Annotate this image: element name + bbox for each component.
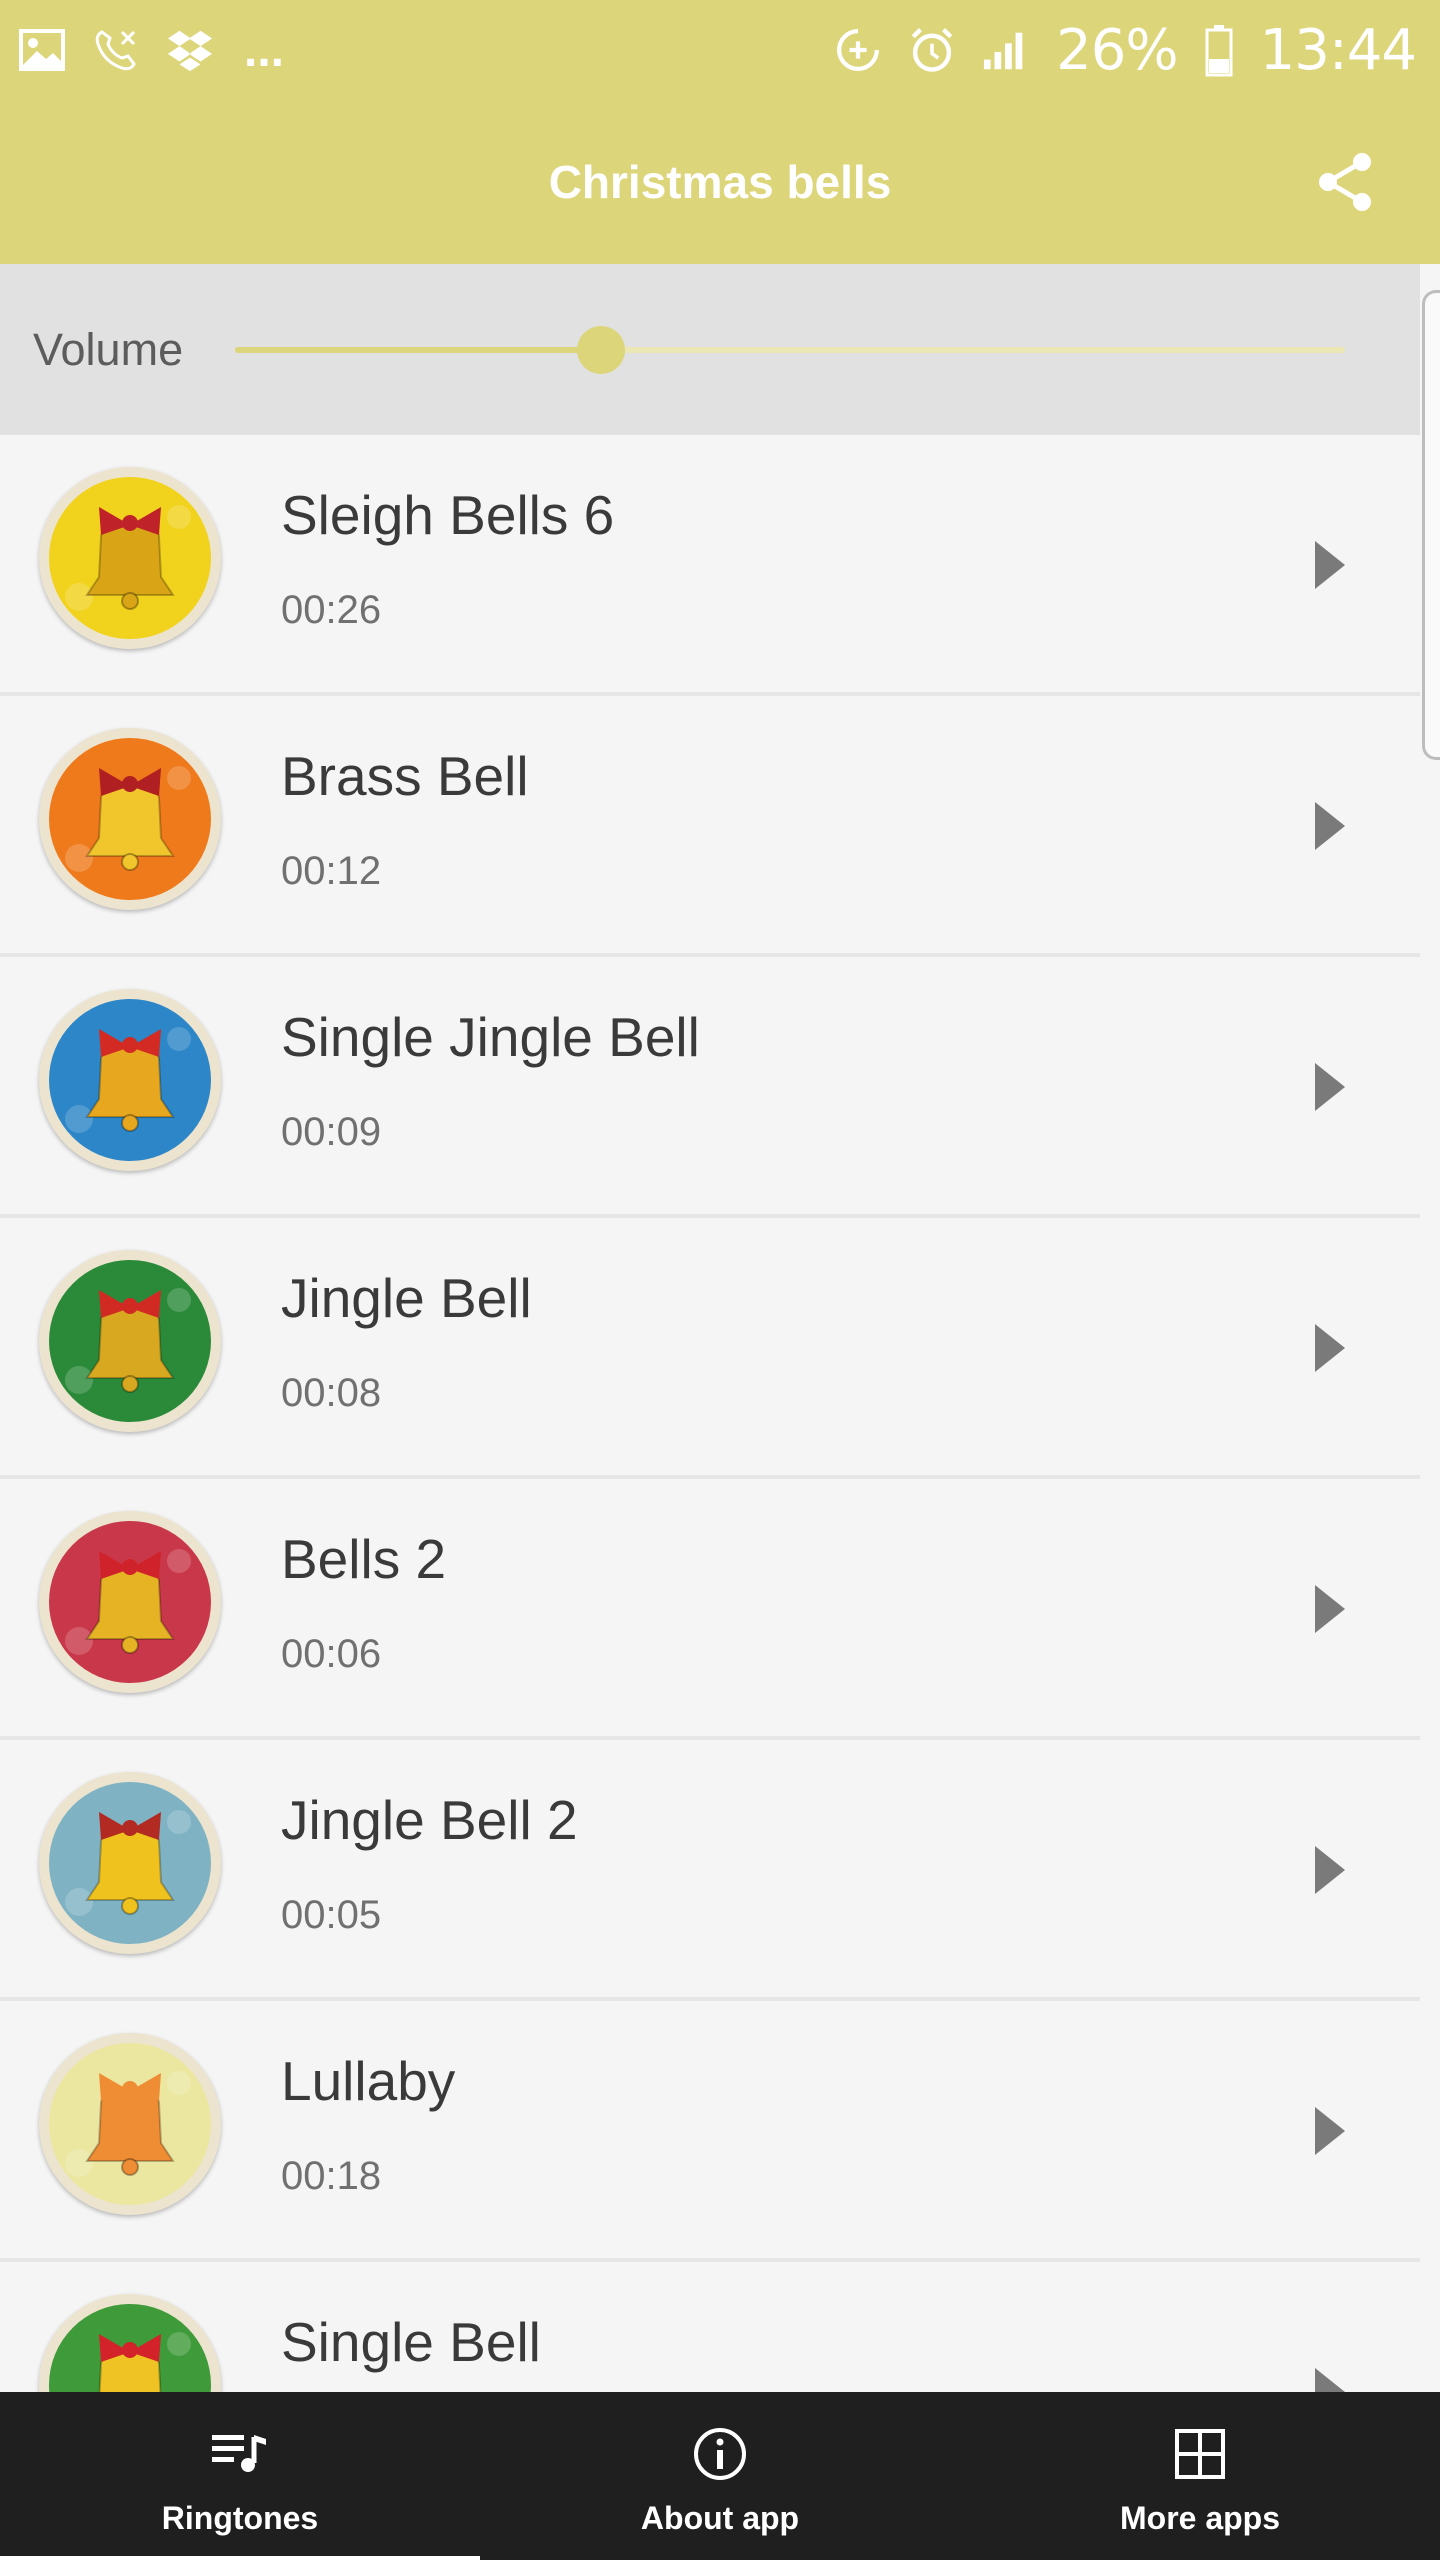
ringtone-row[interactable]: Jingle Bell 00:08: [0, 1218, 1420, 1479]
bell-artwork: [39, 2294, 221, 2392]
ringtone-duration: 00:09: [281, 1110, 382, 1154]
bell-icon: [49, 2304, 211, 2392]
volume-label: Volume: [33, 323, 184, 375]
play-icon: [1315, 2107, 1345, 2155]
volume-slider-fill: [235, 347, 602, 353]
battery-icon: [1204, 25, 1234, 77]
app-bar: Christmas bells: [0, 100, 1440, 264]
play-icon: [1315, 1585, 1345, 1633]
play-button[interactable]: [1308, 794, 1352, 858]
ringtone-duration: 00:05: [281, 1893, 382, 1937]
play-button[interactable]: [1308, 2099, 1352, 2163]
grid-icon: [1170, 2424, 1230, 2484]
share-icon[interactable]: [1314, 150, 1378, 214]
bell-artwork: [39, 1511, 221, 1693]
play-icon: [1315, 2368, 1345, 2392]
nav-label: More apps: [1119, 2500, 1281, 2536]
bell-icon: [49, 2043, 211, 2205]
ringtone-title: Single Bell: [281, 2311, 541, 2373]
more-notifications: ...: [244, 23, 285, 77]
ringtone-title: Jingle Bell: [281, 1267, 532, 1329]
bell-icon: [49, 999, 211, 1161]
image-icon: [18, 26, 66, 74]
bell-icon: [49, 738, 211, 900]
ringtone-duration: 00:26: [281, 588, 382, 632]
play-icon: [1315, 1063, 1345, 1111]
ringtone-row[interactable]: Sleigh Bells 6 00:26: [0, 435, 1420, 696]
ringtone-duration: 00:08: [281, 1371, 382, 1415]
play-button[interactable]: [1308, 2360, 1352, 2392]
ringtone-row[interactable]: Bells 2 00:06: [0, 1479, 1420, 1740]
bell-artwork: [39, 989, 221, 1171]
scroll-indicator[interactable]: [1422, 290, 1440, 760]
nav-label: About app: [640, 2500, 800, 2536]
volume-slider-thumb[interactable]: [577, 326, 626, 374]
bell-icon: [49, 1782, 211, 1944]
clock: 13:44: [1259, 17, 1417, 83]
ringtone-duration: 00:18: [281, 2154, 382, 2198]
play-button[interactable]: [1308, 1577, 1352, 1641]
bell-icon: [49, 1521, 211, 1683]
nav-ringtones[interactable]: Ringtones: [0, 2392, 480, 2560]
play-icon: [1315, 1324, 1345, 1372]
status-bar: ... 26% 13:44: [0, 0, 1440, 100]
dropbox-icon: [166, 26, 214, 74]
ringtone-row[interactable]: Single Jingle Bell 00:09: [0, 957, 1420, 1218]
playlist-icon: [210, 2424, 270, 2484]
nav-about-app[interactable]: About app: [480, 2392, 960, 2560]
bell-artwork: [39, 1250, 221, 1432]
ringtone-duration: 00:06: [281, 1632, 382, 1676]
bell-icon: [49, 1260, 211, 1422]
ringtone-title: Bells 2: [281, 1528, 447, 1590]
nav-more-apps[interactable]: More apps: [960, 2392, 1440, 2560]
bell-artwork: [39, 1772, 221, 1954]
signal-icon: [982, 26, 1030, 74]
battery-percentage: 26%: [1056, 17, 1178, 83]
bell-icon: [49, 477, 211, 639]
bell-artwork: [39, 467, 221, 649]
bottom-navigation: Ringtones About app More apps: [0, 2392, 1440, 2560]
ringtone-list: Sleigh Bells 6 00:26 Brass Bell 00:12 Si…: [0, 435, 1420, 2392]
sync-add-icon: [834, 26, 882, 74]
bell-artwork: [39, 728, 221, 910]
nav-label: Ringtones: [161, 2500, 319, 2536]
info-icon: [690, 2424, 750, 2484]
volume-bar: Volume: [0, 264, 1420, 435]
play-icon: [1315, 541, 1345, 589]
ringtone-title: Lullaby: [281, 2050, 456, 2112]
play-button[interactable]: [1308, 1055, 1352, 1119]
bell-artwork: [39, 2033, 221, 2215]
play-icon: [1315, 802, 1345, 850]
ringtone-title: Sleigh Bells 6: [281, 484, 615, 546]
ringtone-row[interactable]: Lullaby 00:18: [0, 2001, 1420, 2262]
volume-slider[interactable]: [235, 264, 1345, 435]
ringtone-row[interactable]: Jingle Bell 2 00:05: [0, 1740, 1420, 2001]
play-button[interactable]: [1308, 1838, 1352, 1902]
ringtone-title: Single Jingle Bell: [281, 1006, 700, 1068]
ringtone-row[interactable]: Single Bell: [0, 2262, 1420, 2392]
active-tab-indicator: [0, 2556, 480, 2560]
status-right: 26% 13:44: [834, 17, 1417, 83]
ringtone-duration: 00:12: [281, 849, 382, 893]
status-left: ...: [18, 23, 284, 78]
ringtone-title: Brass Bell: [281, 745, 529, 807]
play-button[interactable]: [1308, 1316, 1352, 1380]
missed-call-icon: [92, 26, 140, 74]
play-button[interactable]: [1308, 533, 1352, 597]
play-icon: [1315, 1846, 1345, 1894]
alarm-icon: [908, 26, 956, 74]
page-title: Christmas bells: [548, 156, 892, 208]
ringtone-row[interactable]: Brass Bell 00:12: [0, 696, 1420, 957]
ringtone-title: Jingle Bell 2: [281, 1789, 578, 1851]
